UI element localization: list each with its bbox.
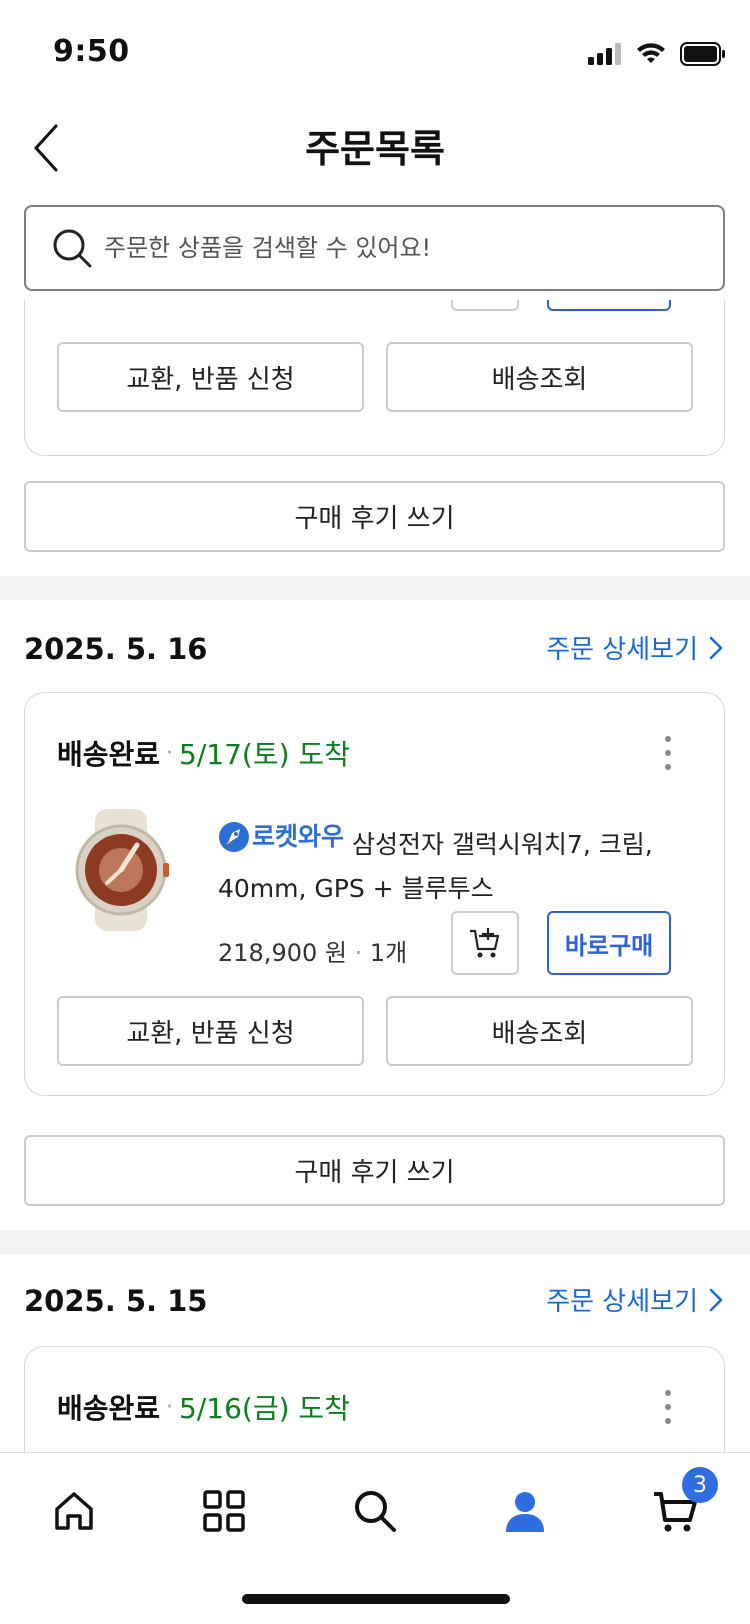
wifi-icon — [637, 43, 665, 63]
status-label: 배송완료 — [57, 1392, 161, 1425]
search-icon — [53, 229, 92, 268]
exchange-return-button[interactable]: 교환, 반품 신청 — [57, 342, 364, 412]
product-quantity: 1개 — [369, 939, 408, 967]
product-thumbnail[interactable] — [57, 805, 187, 935]
write-review-button[interactable]: 구매 후기 쓰기 — [24, 1135, 725, 1206]
page-header: 주문목록 — [0, 100, 750, 200]
category-icon — [203, 1490, 245, 1532]
badge-label: 로켓와우 — [252, 822, 345, 851]
track-delivery-button[interactable]: 배송조회 — [386, 996, 693, 1066]
arrival-date: 5/17(토) 도착 — [179, 738, 350, 771]
mypage-icon — [506, 1492, 544, 1532]
delivery-status: 배송완료 · 5/16(금) 도착 — [57, 1387, 350, 1427]
order-detail-link[interactable]: 주문 상세보기 — [546, 1281, 726, 1318]
order-detail-label: 주문 상세보기 — [546, 1287, 698, 1317]
nav-home[interactable] — [46, 1483, 102, 1539]
more-options-icon[interactable] — [664, 735, 672, 771]
separator-dot: · — [166, 1394, 174, 1420]
cart-plus-icon — [470, 928, 500, 958]
order-list-screen: 9:50 주문목록 주문한 상품을 검색할 수 있어요! 교환, 반품 신청 배… — [0, 0, 750, 1624]
product-info[interactable]: 로켓와우 삼성전자 갤럭시워치7, 크림, 40mm, GPS + 블루투스 — [218, 815, 678, 911]
price-line: 218,900 원 · 1개 — [218, 933, 407, 968]
battery-icon — [680, 42, 725, 66]
order-date: 2025. 5. 16 — [24, 632, 208, 666]
section-divider — [0, 576, 750, 600]
separator-dot: · — [354, 939, 370, 967]
cart-count-badge: 3 — [682, 1467, 718, 1503]
search-bar[interactable] — [24, 205, 725, 291]
order-date: 2025. 5. 15 — [24, 1284, 208, 1318]
buy-now-button[interactable] — [547, 300, 671, 311]
nav-mypage[interactable] — [497, 1483, 553, 1539]
add-to-cart-button[interactable] — [451, 300, 519, 311]
page-title: 주문목록 — [305, 127, 445, 171]
nav-category[interactable] — [196, 1483, 252, 1539]
track-delivery-button[interactable]: 배송조회 — [386, 342, 693, 412]
search-input[interactable] — [104, 234, 664, 262]
add-to-cart-button[interactable] — [451, 911, 519, 975]
separator-dot: · — [166, 740, 174, 766]
buy-now-button[interactable]: 바로구매 — [547, 911, 671, 975]
nav-search[interactable] — [347, 1483, 403, 1539]
order-detail-label: 주문 상세보기 — [546, 635, 698, 665]
status-time: 9:50 — [53, 34, 130, 69]
product-price: 218,900 원 — [218, 939, 347, 967]
rocket-wow-badge: 로켓와우 — [218, 815, 344, 859]
signal-icon — [588, 43, 621, 65]
exchange-return-button[interactable]: 교환, 반품 신청 — [57, 996, 364, 1066]
order-card: 배송완료 · 5/16(금) 도착 — [24, 1346, 725, 1452]
chevron-right-icon — [709, 636, 723, 659]
arrival-date: 5/16(금) 도착 — [179, 1392, 350, 1425]
order-card-partial: 교환, 반품 신청 배송조회 — [24, 300, 725, 456]
order-card: 배송완료 · 5/17(토) 도착 로켓와우 삼성전자 갤럭시워치7, 크림, … — [24, 692, 725, 1096]
delivery-status: 배송완료 · 5/17(토) 도착 — [57, 733, 350, 773]
rocket-icon — [219, 822, 249, 852]
order-detail-link[interactable]: 주문 상세보기 — [546, 629, 726, 666]
status-icons — [588, 40, 726, 68]
more-options-icon[interactable] — [664, 1389, 672, 1425]
search-icon — [355, 1491, 396, 1532]
order-list: 교환, 반품 신청 배송조회 구매 후기 쓰기 2025. 5. 16 주문 상… — [0, 300, 750, 1452]
home-icon — [55, 1492, 93, 1530]
write-review-button[interactable]: 구매 후기 쓰기 — [24, 481, 725, 552]
chevron-right-icon — [709, 1288, 723, 1311]
status-bar: 9:50 — [0, 0, 750, 100]
status-label: 배송완료 — [57, 738, 161, 771]
section-divider — [0, 1230, 750, 1254]
home-indicator — [242, 1594, 510, 1604]
